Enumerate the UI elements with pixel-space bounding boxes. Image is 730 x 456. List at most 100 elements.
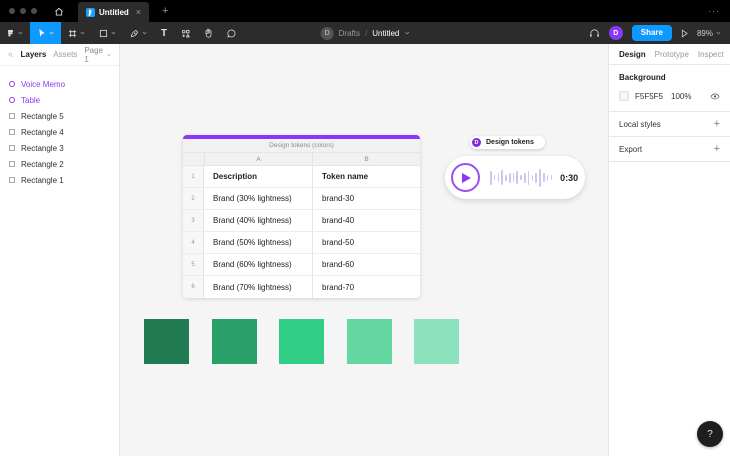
hand-icon bbox=[205, 28, 212, 38]
layer-row[interactable]: Table bbox=[0, 92, 119, 108]
chevron-down-icon bbox=[80, 31, 85, 35]
table-row[interactable]: 3 Brand (40% lightness) brand-40 bbox=[183, 210, 420, 232]
cell-description: Description bbox=[213, 172, 258, 181]
layer-row[interactable]: Rectangle 1 bbox=[0, 172, 119, 188]
inspector-tab[interactable]: Design bbox=[619, 50, 646, 59]
layer-row[interactable]: Rectangle 4 bbox=[0, 124, 119, 140]
inspector-section-row[interactable]: Export + bbox=[609, 137, 730, 162]
inspector-sections: Local styles + Export + bbox=[609, 112, 730, 162]
waveform-bar bbox=[490, 170, 492, 185]
color-swatch-rectangle[interactable] bbox=[414, 319, 459, 364]
user-avatar[interactable]: D bbox=[608, 26, 623, 40]
table-row[interactable]: 6 Brand (70% lightness) brand-70 bbox=[183, 276, 420, 298]
waveform-bar bbox=[512, 173, 515, 182]
help-button[interactable]: ? bbox=[697, 421, 723, 447]
chevron-down-icon bbox=[716, 31, 721, 35]
table-row[interactable]: 5 Brand (60% lightness) brand-60 bbox=[183, 254, 420, 276]
pen-tool-button[interactable] bbox=[123, 22, 154, 44]
add-plus-icon[interactable]: + bbox=[714, 118, 720, 130]
main-menu-button[interactable] bbox=[0, 22, 30, 44]
comment-tool-button[interactable] bbox=[220, 22, 243, 44]
visibility-eye-icon[interactable] bbox=[710, 93, 720, 100]
inspector-tab[interactable]: Inspect bbox=[698, 50, 724, 59]
layer-type-icon bbox=[9, 81, 15, 87]
inspector-section-row[interactable]: Local styles + bbox=[609, 112, 730, 137]
cell-token-name: brand-60 bbox=[312, 254, 420, 275]
voice-memo-widget[interactable]: 0:30 bbox=[445, 156, 585, 199]
chevron-down-icon bbox=[107, 53, 111, 56]
file-tab[interactable]: Untitled × bbox=[78, 2, 150, 22]
cell-token-name: Token name bbox=[312, 166, 420, 187]
layer-type-icon bbox=[9, 129, 15, 135]
audio-headphones-icon[interactable] bbox=[589, 28, 600, 38]
resources-tool-button[interactable] bbox=[174, 22, 197, 44]
add-plus-icon[interactable]: + bbox=[714, 143, 720, 155]
background-opacity-value[interactable]: 100% bbox=[671, 92, 691, 101]
frame-tool-button[interactable] bbox=[61, 22, 92, 44]
voice-memo-title: Design tokens bbox=[486, 139, 534, 146]
canvas[interactable]: Design tokens (colors) A B 1 Description… bbox=[120, 44, 608, 456]
inspector-tab[interactable]: Prototype bbox=[655, 50, 689, 59]
toolbar-right-cluster: D Share 89% bbox=[589, 22, 721, 44]
window-more-icon[interactable]: ··· bbox=[708, 0, 720, 22]
color-swatch-rectangle[interactable] bbox=[144, 319, 189, 364]
home-button[interactable] bbox=[48, 0, 70, 22]
layer-row[interactable]: Rectangle 2 bbox=[0, 156, 119, 172]
page-selector[interactable]: Page 1 bbox=[84, 46, 111, 64]
section-label: Local styles bbox=[619, 119, 661, 129]
document-breadcrumb[interactable]: D Drafts / Untitled bbox=[320, 22, 410, 44]
window-close-button[interactable] bbox=[9, 8, 15, 14]
hand-tool-button[interactable] bbox=[197, 22, 220, 44]
window-minimize-button[interactable] bbox=[20, 8, 26, 14]
waveform-bar bbox=[527, 170, 530, 185]
waveform-bar bbox=[520, 175, 522, 180]
table-row[interactable]: 1 Description Token name bbox=[183, 166, 420, 188]
panel-tabs: Layers Assets bbox=[21, 50, 78, 59]
layer-row[interactable]: Voice Memo bbox=[0, 76, 119, 92]
voice-memo-author-label[interactable]: D Design tokens bbox=[470, 136, 545, 149]
move-cursor-icon bbox=[39, 28, 45, 38]
window-zoom-button[interactable] bbox=[31, 8, 37, 14]
text-tool-icon: T bbox=[161, 27, 168, 39]
color-swatch-rectangle[interactable] bbox=[346, 319, 392, 364]
tab-close-icon[interactable]: × bbox=[136, 7, 141, 17]
breadcrumb-root[interactable]: Drafts bbox=[339, 29, 360, 38]
present-icon[interactable] bbox=[681, 28, 688, 38]
cell-token-name: brand-40 bbox=[312, 210, 420, 231]
color-swatch-rectangle[interactable] bbox=[279, 319, 324, 364]
share-button[interactable]: Share bbox=[631, 25, 672, 41]
color-swatch-rectangle[interactable] bbox=[211, 319, 257, 364]
layer-name: Rectangle 4 bbox=[21, 127, 64, 137]
cell-token-name: brand-30 bbox=[312, 188, 420, 209]
play-icon bbox=[462, 172, 471, 183]
waveform-bar bbox=[539, 168, 541, 187]
table-row[interactable]: 2 Brand (30% lightness) brand-30 bbox=[183, 188, 420, 210]
chevron-down-icon bbox=[111, 31, 116, 35]
zoom-menu[interactable]: 89% bbox=[697, 29, 721, 38]
background-color-swatch[interactable] bbox=[619, 91, 629, 101]
row-number: 1 bbox=[183, 166, 204, 187]
layer-row[interactable]: Rectangle 5 bbox=[0, 108, 119, 124]
cell-description: Brand (60% lightness) bbox=[213, 260, 292, 269]
panel-tab[interactable]: Assets bbox=[53, 50, 77, 59]
play-button[interactable] bbox=[451, 163, 480, 192]
waveform-bar bbox=[516, 171, 519, 184]
table-widget[interactable]: Design tokens (colors) A B 1 Description… bbox=[183, 135, 420, 298]
table-row[interactable]: 4 Brand (50% lightness) brand-50 bbox=[183, 232, 420, 254]
layer-row[interactable]: Rectangle 3 bbox=[0, 140, 119, 156]
text-tool-button[interactable]: T bbox=[154, 22, 174, 44]
cell-description: Brand (30% lightness) bbox=[213, 194, 292, 203]
background-hex-value[interactable]: F5F5F5 bbox=[635, 92, 671, 101]
drafts-avatar: D bbox=[320, 26, 334, 40]
shape-tool-button[interactable] bbox=[92, 22, 123, 44]
new-tab-button[interactable]: + bbox=[162, 5, 168, 17]
panel-tab[interactable]: Layers bbox=[21, 50, 47, 59]
breadcrumb-title[interactable]: Untitled bbox=[372, 29, 399, 38]
move-tool-button[interactable] bbox=[30, 22, 61, 44]
figma-file-icon bbox=[86, 7, 95, 17]
search-icon[interactable] bbox=[8, 51, 14, 59]
layer-name: Rectangle 3 bbox=[21, 143, 64, 153]
layer-name: Rectangle 2 bbox=[21, 159, 64, 169]
layers-panel: Layers Assets Page 1 Voice Memo Table Re… bbox=[0, 44, 120, 456]
row-number: 6 bbox=[183, 276, 204, 298]
